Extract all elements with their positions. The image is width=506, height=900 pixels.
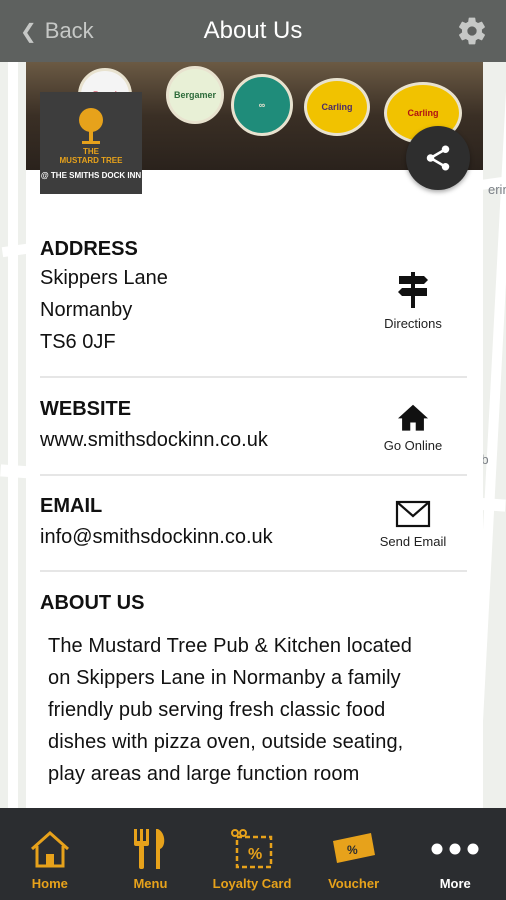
about-description: The Mustard Tree Pub & Kitchen located o…	[48, 635, 412, 785]
address-line: TS6 0JF	[40, 331, 116, 353]
voucher-icon: %	[332, 833, 375, 863]
svg-text:%: %	[347, 843, 358, 857]
share-button[interactable]	[406, 126, 470, 190]
send-email-label: Send Email	[379, 534, 447, 549]
tab-label: Menu	[133, 876, 168, 891]
back-label: Back	[44, 18, 94, 43]
directions-button[interactable]: Directions	[363, 270, 463, 331]
about-heading: ABOUT US	[40, 592, 145, 614]
tree-icon	[79, 107, 103, 144]
page-title: About Us	[203, 17, 303, 44]
coupon-scissors-icon: %	[231, 829, 273, 869]
envelope-icon	[395, 500, 431, 528]
map-label: ering	[488, 182, 506, 197]
about-card: Pepsi Bergamer ∞ Carling Carling THE MUS…	[26, 62, 483, 808]
divider	[40, 376, 467, 378]
beer-tap-badge: ∞	[231, 74, 293, 136]
tab-label: Loyalty Card	[212, 876, 292, 891]
map-road	[8, 62, 18, 808]
tab-more[interactable]: More	[404, 808, 506, 900]
tab-loyalty-card[interactable]: % Loyalty Card	[201, 808, 303, 900]
home-icon	[398, 404, 428, 431]
pub-logo: THE MUSTARD TREE @ THE SMITHS DOCK INN	[40, 92, 142, 194]
home-icon	[30, 830, 69, 868]
tab-voucher[interactable]: % Voucher	[303, 808, 405, 900]
chevron-left-icon: ❮	[20, 20, 37, 43]
tab-label: Voucher	[328, 876, 380, 891]
bottom-tab-bar: Home Menu % Loyalty Card % Voucher More	[0, 808, 506, 900]
address-heading: ADDRESS	[40, 238, 138, 260]
tab-label: Home	[31, 876, 68, 891]
logo-text: THE MUSTARD TREE	[59, 146, 123, 165]
tab-menu[interactable]: Menu	[100, 808, 202, 900]
app-header: ❮ Back About Us	[0, 0, 506, 62]
svg-text:%: %	[248, 846, 262, 863]
cutlery-icon	[134, 829, 165, 869]
tab-label: More	[439, 876, 471, 891]
about-section: ABOUT US	[40, 592, 467, 615]
tab-home[interactable]: Home	[0, 808, 100, 900]
divider	[40, 570, 467, 572]
signpost-icon	[398, 272, 428, 308]
beer-tap-badge: Bergamer	[166, 66, 224, 124]
logo-subtitle: @ THE SMITHS DOCK INN	[40, 170, 142, 180]
directions-label: Directions	[384, 316, 442, 331]
beer-tap-badge: Carling	[304, 78, 370, 136]
more-dots-icon	[431, 843, 479, 855]
send-email-button[interactable]: Send Email	[363, 500, 463, 549]
back-button[interactable]: ❮ Back	[20, 18, 94, 44]
share-icon	[426, 145, 450, 171]
divider	[40, 474, 467, 476]
go-online-label: Go Online	[383, 438, 443, 453]
go-online-button[interactable]: Go Online	[363, 402, 463, 453]
gear-icon[interactable]	[456, 15, 488, 47]
